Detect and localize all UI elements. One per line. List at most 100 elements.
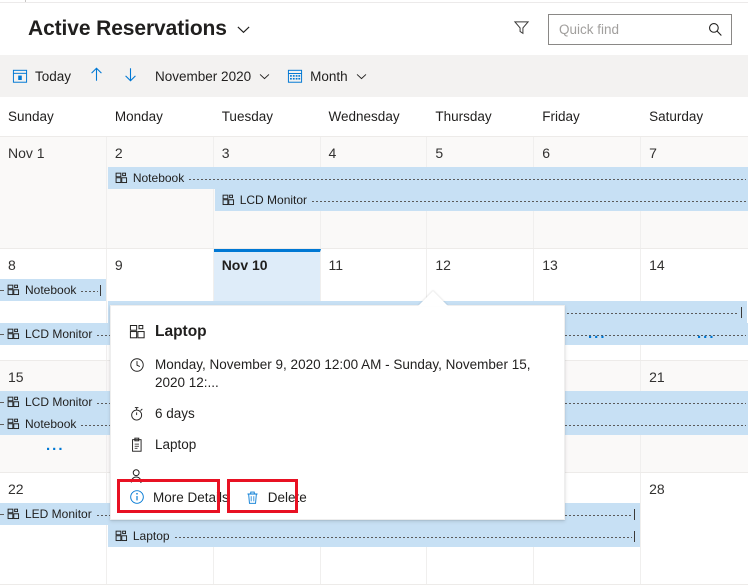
delete-label: Delete <box>267 489 307 505</box>
day-number: 11 <box>328 257 344 273</box>
view-selector[interactable]: Active Reservations <box>28 17 251 41</box>
day-number: 4 <box>328 145 337 161</box>
day-number: Nov 1 <box>8 145 45 161</box>
event-bar[interactable]: LCD Monitor <box>214 189 748 211</box>
popup-body: Laptop Monday, November 9, 2020 12:00 AM… <box>111 306 564 485</box>
stopwatch-icon <box>129 405 155 422</box>
day-number: 12 <box>435 257 451 273</box>
more-events-overflow[interactable]: ... <box>697 326 716 341</box>
filter-button[interactable] <box>506 14 536 44</box>
popup-title: Laptop <box>155 323 207 340</box>
view-mode-selector[interactable]: Month <box>279 55 376 97</box>
reservation-grid-icon <box>7 328 20 341</box>
command-bar: Today November 2020 Month <box>0 55 748 97</box>
clipboard-icon <box>129 436 155 453</box>
search-icon[interactable] <box>707 21 724 38</box>
reservation-grid-icon <box>222 194 235 207</box>
event-bar-label: Notebook <box>25 417 77 431</box>
trash-icon <box>245 490 260 505</box>
reservation-grid-icon <box>7 508 20 521</box>
popup-title-row: Laptop <box>129 322 546 341</box>
header-actions: Quick find <box>506 13 732 45</box>
day-number: 13 <box>542 257 558 273</box>
weekday-header-row: Sunday Monday Tuesday Wednesday Thursday… <box>0 97 748 137</box>
weekday-header: Tuesday <box>221 109 273 124</box>
period-selector[interactable]: November 2020 <box>147 55 279 97</box>
event-continues-left-marker <box>0 289 5 291</box>
day-number: 15 <box>8 369 24 385</box>
event-end-marker <box>99 284 101 296</box>
event-bar-label: Notebook <box>132 171 185 185</box>
day-number: Nov 10 <box>221 257 268 273</box>
event-bar[interactable]: Laptop <box>107 525 641 547</box>
event-bar-label: LCD Monitor <box>25 395 93 409</box>
event-bar-label: Notebook <box>25 283 77 297</box>
event-continues-left-marker <box>0 423 5 425</box>
popup-when-text: Monday, November 9, 2020 12:00 AM - Sund… <box>155 357 531 390</box>
previous-period-button[interactable] <box>79 55 113 97</box>
next-period-button[interactable] <box>113 55 147 97</box>
day-number: 6 <box>542 145 551 161</box>
weekday-header: Sunday <box>8 109 54 124</box>
day-number: 28 <box>649 481 665 497</box>
weekday-header: Thursday <box>435 109 492 124</box>
search-box[interactable]: Quick find <box>548 13 732 45</box>
view-mode-label: Month <box>310 68 348 84</box>
search-input[interactable]: Quick find <box>559 14 707 45</box>
day-number: 2 <box>114 145 123 161</box>
event-bar-label: LED Monitor <box>25 507 92 521</box>
callout-arrow <box>418 291 448 306</box>
event-bar-label: LCD Monitor <box>239 193 308 207</box>
event-end-marker <box>634 508 636 520</box>
page-header: Active Reservations Quick find <box>0 3 748 55</box>
day-number: 3 <box>221 145 230 161</box>
event-details-popup: Laptop Monday, November 9, 2020 12:00 AM… <box>110 305 565 520</box>
today-label: Today <box>35 68 72 84</box>
today-button[interactable]: Today <box>4 55 79 97</box>
day-number: 5 <box>435 145 444 161</box>
calendar-today-icon <box>12 68 28 84</box>
reservation-grid-icon <box>7 418 20 431</box>
weekday-header: Saturday <box>649 109 704 124</box>
event-bar-dotted-line <box>312 200 746 202</box>
filter-icon <box>513 19 530 39</box>
info-circle-icon <box>129 489 145 505</box>
delete-button[interactable]: Delete <box>237 482 315 512</box>
more-details-label: More Details <box>153 489 229 505</box>
arrow-down-icon <box>122 66 139 86</box>
day-number: 7 <box>649 145 657 161</box>
popup-duration-row: 6 days <box>129 405 546 423</box>
event-bar-label: Laptop <box>132 529 170 543</box>
event-continues-left-marker <box>0 401 5 403</box>
more-events-overflow[interactable]: ... <box>46 438 65 453</box>
popup-duration-text: 6 days <box>155 406 195 421</box>
calendar-month-icon <box>287 68 303 84</box>
popup-actions: More Details Delete <box>111 475 566 519</box>
day-number: 9 <box>114 257 123 273</box>
event-bar-label: LCD Monitor <box>25 327 93 341</box>
popup-resource-row: Laptop <box>129 436 546 454</box>
reservation-grid-icon <box>115 172 128 185</box>
reservation-grid-icon <box>129 322 155 341</box>
event-bar[interactable]: Notebook <box>107 167 748 189</box>
weekday-header: Wednesday <box>328 109 400 124</box>
event-continues-left-marker <box>0 333 5 335</box>
event-end-marker <box>634 530 636 542</box>
more-events-overflow[interactable]: ... <box>588 326 607 341</box>
event-bar-dotted-line <box>189 178 746 180</box>
week-event-bars: Notebook LCD Monitor <box>0 167 748 249</box>
day-number: 14 <box>649 257 665 273</box>
popup-when-row: Monday, November 9, 2020 12:00 AM - Sund… <box>129 356 546 392</box>
chevron-down-icon <box>355 70 368 83</box>
day-number: 21 <box>649 369 665 385</box>
day-number: 8 <box>8 257 16 273</box>
event-bar-dotted-line <box>81 290 98 292</box>
chevron-down-icon <box>258 70 271 83</box>
calendar-week-row: Nov 1 2 3 4 5 6 7 Notebook LCD Monitor <box>0 137 748 249</box>
day-number: 22 <box>8 481 24 497</box>
more-details-button[interactable]: More Details <box>121 482 237 512</box>
weekday-header: Friday <box>542 109 580 124</box>
event-bar[interactable]: Notebook <box>0 279 106 301</box>
event-continues-left-marker <box>0 513 5 515</box>
event-bar-dotted-line <box>174 536 633 538</box>
